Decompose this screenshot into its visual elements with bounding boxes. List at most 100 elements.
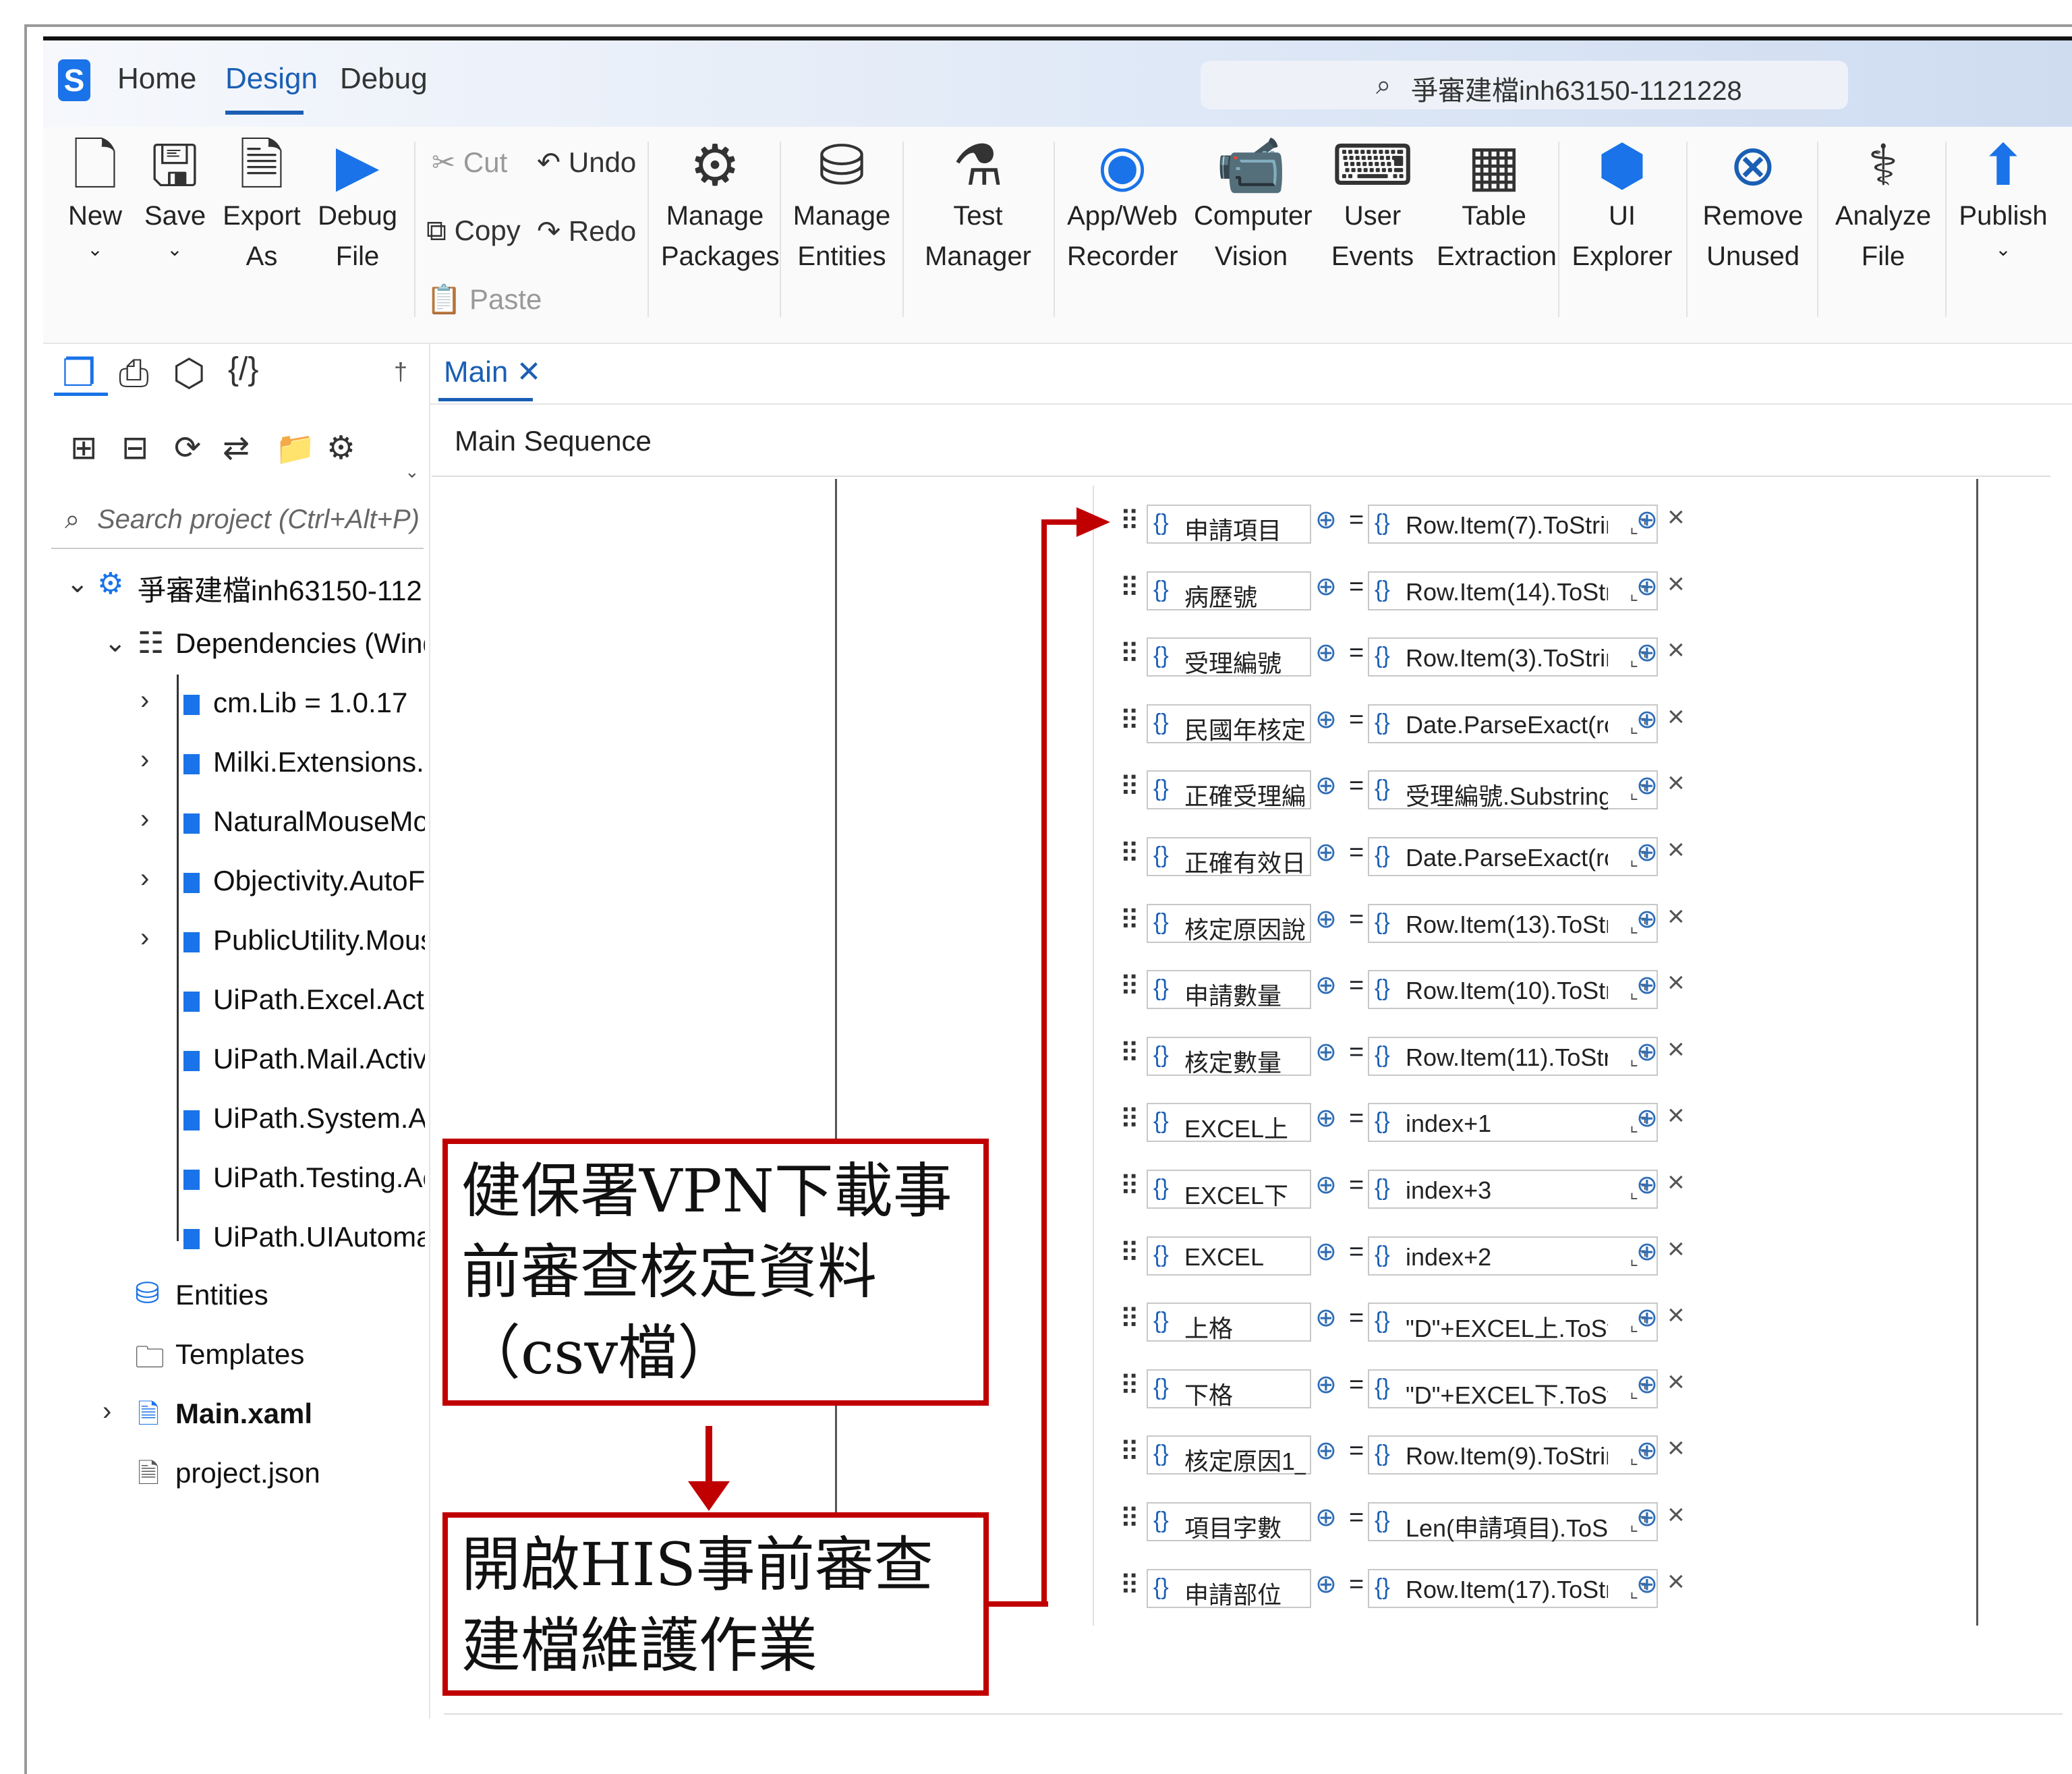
drag-handle-icon[interactable]: ⠿ [1120,1171,1139,1202]
delete-row-icon[interactable]: × [1667,1099,1685,1133]
add-row-icon[interactable]: ⊕ [1636,970,1658,1000]
add-variable-icon[interactable]: ⊕ [1315,1303,1337,1333]
drag-handle-icon[interactable]: ⠿ [1120,905,1139,936]
assign-value-field[interactable]: {}Row.Item(17).ToString⌞⌝ [1368,1569,1658,1608]
export-as-button[interactable]: 🗎 Export As [223,135,301,277]
pin-icon[interactable]: † [394,357,407,386]
assign-value-field[interactable]: {} index+1 ⌞⌝ [1368,1103,1658,1142]
assign-row[interactable]: ⠿{} EXCEL上 ⊕ ={} index+1 ⌞⌝ ⊕ × [1120,1097,1700,1146]
main-xaml-label[interactable]: Main.xaml [175,1398,312,1430]
delete-row-icon[interactable]: × [1667,1166,1685,1199]
add-variable-icon[interactable]: ⊕ [1315,770,1337,801]
undo-button[interactable]: ↶ Undo [537,146,636,179]
assign-value-field[interactable]: {}Date.ParseExact(row.it⌞⌝ [1368,704,1658,743]
drag-handle-icon[interactable]: ⠿ [1120,639,1139,670]
add-row-icon[interactable]: ⊕ [1636,1236,1658,1267]
drag-handle-icon[interactable]: ⠿ [1120,573,1139,604]
assign-to-field[interactable]: {} 申請數量 [1147,970,1311,1010]
assign-row[interactable]: ⠿{}核定原因1_備註⊕={}Row.Item(9).ToString⌞⌝⊕× [1120,1430,1700,1479]
computer-vision-button[interactable]: 📹 Computer Vision [1194,135,1313,277]
analyze-file-button[interactable]: ⚕ Analyze File [1828,135,1938,277]
assign-value-field[interactable]: {}Len(申請項目).ToString⌞⌝ [1368,1502,1658,1542]
cut-button[interactable]: ✂ Cut [432,146,507,179]
assign-to-field[interactable]: {} 申請項目 [1147,505,1311,544]
refresh-icon[interactable]: ⟳ [174,429,201,467]
assign-value-field[interactable]: {}"D"+EXCEL下.ToString⌞⌝ [1368,1369,1658,1409]
chevron-right-icon[interactable]: › [140,863,149,894]
redo-button[interactable]: ↷ Redo [537,214,636,248]
package-item[interactable]: PublicUtility.MouseRu [213,924,425,956]
expand-all-icon[interactable]: ⊞ [70,429,97,467]
project-panel-icon[interactable]: ❐ [62,351,96,395]
add-variable-icon[interactable]: ⊕ [1315,837,1337,867]
delete-row-icon[interactable]: × [1667,766,1685,800]
package-item[interactable]: UiPath.Excel.Activities [213,983,425,1016]
add-row-icon[interactable]: ⊕ [1636,1303,1658,1333]
add-variable-icon[interactable]: ⊕ [1315,1037,1337,1067]
new-button[interactable]: 🗋 New ⌄ [65,135,125,263]
user-events-button[interactable]: ⌨ User Events [1322,135,1423,277]
publish-button[interactable]: ⬆ Publish ⌄ [1956,135,2050,263]
drag-handle-icon[interactable]: ⠿ [1120,1104,1139,1135]
chevron-right-icon[interactable]: › [140,923,149,953]
printer-icon[interactable]: ⎙ [119,351,149,396]
add-variable-icon[interactable]: ⊕ [1315,1569,1337,1599]
drag-handle-icon[interactable]: ⠿ [1120,1570,1139,1601]
assign-row[interactable]: ⠿{}上格⊕={}"D"+EXCEL上.ToString⌞⌝⊕× [1120,1297,1700,1346]
tab-design[interactable]: Design [225,62,318,96]
drag-handle-icon[interactable]: ⠿ [1120,838,1139,869]
assign-row[interactable]: ⠿{}受理編號⊕={}Row.Item(3).ToString⌞⌝⊕× [1120,632,1700,681]
delete-row-icon[interactable]: × [1667,966,1685,1000]
delete-row-icon[interactable]: × [1667,633,1685,667]
breadcrumb[interactable]: Main Sequence [455,425,652,457]
add-variable-icon[interactable]: ⊕ [1315,1236,1337,1267]
sync-icon[interactable]: ⇄ [223,429,250,467]
recorder-button[interactable]: ◉ App/Web Recorder [1067,135,1178,277]
copy-button[interactable]: ⧉ Copy [426,214,521,248]
add-row-icon[interactable]: ⊕ [1636,1435,1658,1466]
templates-label[interactable]: Templates [175,1338,304,1371]
assign-to-field[interactable]: {} EXCEL下 [1147,1170,1311,1209]
assign-row[interactable]: ⠿{}核定數量⊕={}Row.Item(11).ToString⌞⌝⊕× [1120,1031,1700,1080]
add-row-icon[interactable]: ⊕ [1636,704,1658,735]
gear-icon[interactable]: ⚙ [326,429,355,467]
assign-row[interactable]: ⠿{}正確受理編號⊕={}受理編號.Substring(1,1⌞⌝⊕× [1120,765,1700,813]
delete-row-icon[interactable]: × [1667,900,1685,934]
assign-row[interactable]: ⠿{}民國年核定⊕={}Date.ParseExact(row.it⌞⌝⊕× [1120,699,1700,747]
delete-row-icon[interactable]: × [1667,1565,1685,1599]
delete-row-icon[interactable]: × [1667,1498,1685,1532]
assign-to-field[interactable]: {} 核定數量 [1147,1037,1311,1077]
delete-row-icon[interactable]: × [1667,1033,1685,1066]
tab-home[interactable]: Home [117,62,196,96]
assign-row[interactable]: ⠿{}正確有效日⊕={}Date.ParseExact(row.it⌞⌝⊕× [1120,832,1700,880]
project-json-label[interactable]: project.json [175,1457,320,1489]
assign-value-field[interactable]: {}Row.Item(3).ToString⌞⌝ [1368,637,1658,677]
tab-debug[interactable]: Debug [340,62,428,96]
cube-icon[interactable]: ⬡ [173,351,206,395]
table-extraction-button[interactable]: ▦ Table Extraction [1437,135,1557,277]
package-item[interactable]: Milki.Extensions.Mous [213,746,425,778]
dependencies-label[interactable]: Dependencies (Windows) [175,627,425,660]
delete-row-icon[interactable]: × [1667,833,1685,867]
assign-to-field[interactable]: {} 受理編號 [1147,637,1311,677]
chevron-right-icon[interactable]: › [140,685,149,716]
paste-button[interactable]: 📋 Paste [426,283,542,316]
drag-handle-icon[interactable]: ⠿ [1120,1238,1139,1269]
folder-icon[interactable]: 📁 [275,429,316,467]
add-variable-icon[interactable]: ⊕ [1315,505,1337,535]
delete-row-icon[interactable]: × [1667,500,1685,534]
remove-unused-button[interactable]: ⊗ Remove Unused [1697,135,1809,277]
assign-row[interactable]: ⠿{}核定原因說明⊕={}Row.Item(13).ToString⌞⌝⊕× [1120,898,1700,947]
assign-value-field[interactable]: {}Row.Item(11).ToString⌞⌝ [1368,1037,1658,1076]
assign-row[interactable]: ⠿{}申請部位⊕={}Row.Item(17).ToString⌞⌝⊕× [1120,1564,1700,1612]
assign-row[interactable]: ⠿{}病歷號⊕={}Row.Item(14).ToString⌞⌝⊕× [1120,566,1700,614]
add-variable-icon[interactable]: ⊕ [1315,1170,1337,1200]
delete-row-icon[interactable]: × [1667,1365,1685,1399]
close-icon[interactable]: ✕ [517,355,542,389]
drag-handle-icon[interactable]: ⠿ [1120,506,1139,537]
tab-main[interactable]: Main ✕ [444,355,541,389]
assign-to-field[interactable]: {} 項目字數 [1147,1502,1311,1542]
drag-handle-icon[interactable]: ⠿ [1120,772,1139,803]
add-variable-icon[interactable]: ⊕ [1315,1435,1337,1466]
assign-to-field[interactable]: {} 核定原因說明 [1147,904,1311,944]
